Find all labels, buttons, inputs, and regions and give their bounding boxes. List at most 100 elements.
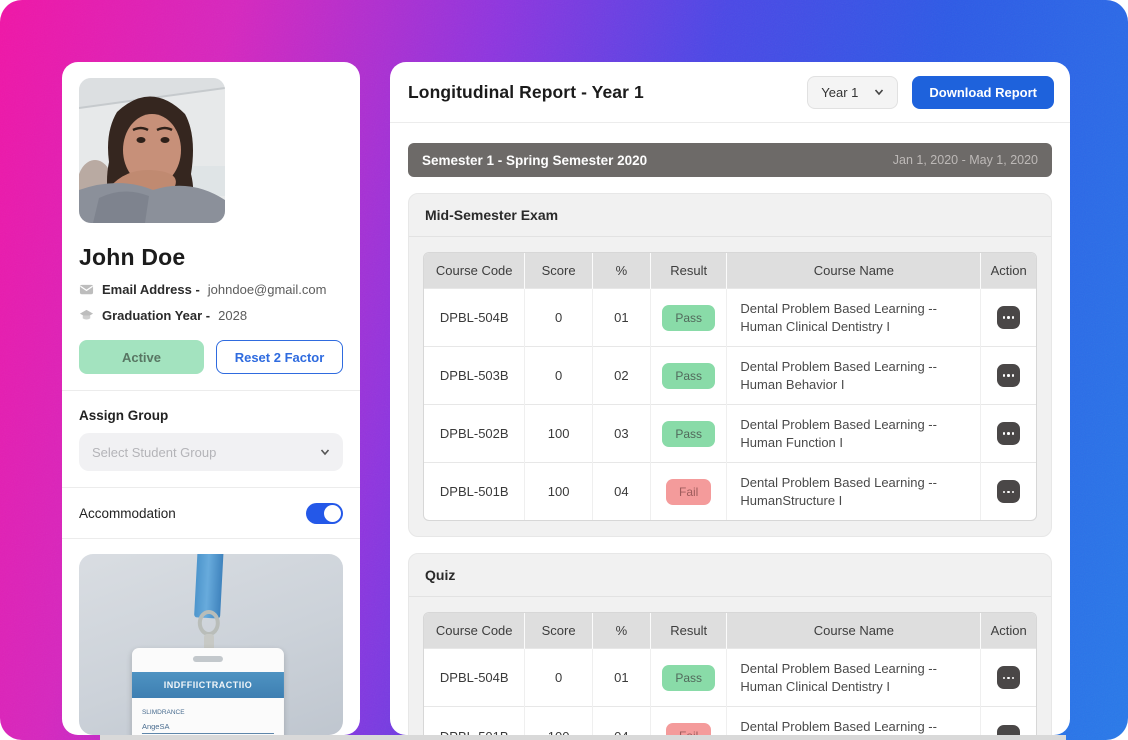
profile-photo — [79, 78, 225, 223]
percent-cell: 01 — [592, 649, 650, 707]
course-code-cell: DPBL-504B — [424, 649, 525, 707]
student-group-select[interactable]: Select Student Group — [79, 433, 343, 471]
report-section: Quiz Course CodeScore%ResultCourse NameAc… — [408, 553, 1052, 735]
course-code-cell: DPBL-504B — [424, 289, 525, 347]
bottom-edge-strip — [100, 735, 1066, 740]
accommodation-label: Accommodation — [79, 506, 176, 521]
profile-photo-image — [79, 78, 225, 223]
course-name-cell: Dental Problem Based Learning -- HumanSt… — [727, 707, 981, 735]
section-content: Course CodeScore%ResultCourse NameAction… — [409, 597, 1051, 735]
accommodation-toggle[interactable] — [306, 503, 343, 524]
table-row: DPBL-503B002PassDental Problem Based Lea… — [424, 347, 1036, 405]
student-group-placeholder: Select Student Group — [92, 445, 216, 460]
ellipsis-icon — [1003, 316, 1006, 319]
email-label: Email Address - — [102, 282, 200, 297]
course-name-cell: Dental Problem Based Learning -- Human C… — [727, 649, 981, 707]
student-profile-card: John Doe Email Address - johndoe@gmail.c… — [62, 62, 360, 735]
column-header: Score — [525, 253, 592, 289]
result-cell: Pass — [650, 289, 727, 347]
course-name-cell: Dental Problem Based Learning -- HumanSt… — [727, 463, 981, 521]
ellipsis-icon — [1003, 677, 1006, 680]
column-header: Action — [981, 253, 1036, 289]
ellipsis-icon — [1007, 432, 1010, 435]
ellipsis-icon — [1007, 374, 1010, 377]
result-cell: Fail — [650, 463, 727, 521]
id-card-line: AngeSA — [142, 722, 274, 734]
course-code-cell: DPBL-501B — [424, 463, 525, 521]
result-badge-pass: Pass — [662, 305, 715, 331]
row-actions-button[interactable] — [997, 306, 1020, 329]
column-header: Result — [650, 253, 727, 289]
ellipsis-icon — [1012, 677, 1015, 680]
id-card-header-text: INDFFIICTRACTIIO — [164, 680, 253, 690]
table-header-row: Course CodeScore%ResultCourse NameAction — [424, 253, 1036, 289]
column-header: Course Name — [727, 253, 981, 289]
ellipsis-icon — [1003, 491, 1006, 494]
row-actions-button[interactable] — [997, 422, 1020, 445]
email-icon — [79, 282, 94, 297]
email-row: Email Address - johndoe@gmail.com — [79, 282, 343, 297]
id-card-lines: SLIMDRANCE AngeSA Rattun Nem Pamel hE86 … — [132, 698, 284, 735]
year-select-value: Year 1 — [821, 85, 858, 100]
divider — [62, 487, 360, 488]
percent-cell: 04 — [592, 463, 650, 521]
score-cell: 0 — [525, 289, 592, 347]
score-cell: 100 — [525, 405, 592, 463]
percent-cell: 01 — [592, 289, 650, 347]
column-header: Action — [981, 613, 1036, 649]
course-name-cell: Dental Problem Based Learning -- Human F… — [727, 405, 981, 463]
section-title: Mid-Semester Exam — [409, 194, 1051, 237]
section-content: Course CodeScore%ResultCourse NameAction… — [409, 237, 1051, 536]
percent-cell: 04 — [592, 707, 650, 735]
table-row: DPBL-501B10004FailDental Problem Based L… — [424, 707, 1036, 735]
result-cell: Pass — [650, 405, 727, 463]
student-name: John Doe — [79, 244, 343, 271]
longitudinal-report-card: Longitudinal Report - Year 1 Year 1 Down… — [390, 62, 1070, 735]
score-cell: 100 — [525, 707, 592, 735]
section-title: Quiz — [409, 554, 1051, 597]
reset-2-factor-button[interactable]: Reset 2 Factor — [216, 340, 343, 374]
active-status-button[interactable]: Active — [79, 340, 204, 374]
column-header: % — [592, 253, 650, 289]
graduation-value: 2028 — [218, 308, 247, 323]
ellipsis-icon — [1003, 432, 1006, 435]
ellipsis-icon — [1007, 677, 1010, 680]
ellipsis-icon — [1003, 374, 1006, 377]
id-card-slot — [193, 656, 223, 662]
table-row: DPBL-504B001PassDental Problem Based Lea… — [424, 289, 1036, 347]
action-cell — [981, 347, 1036, 405]
course-name-cell: Dental Problem Based Learning -- Human B… — [727, 347, 981, 405]
column-header: Course Code — [424, 613, 525, 649]
assign-group-label: Assign Group — [79, 408, 343, 423]
percent-cell: 03 — [592, 405, 650, 463]
divider — [62, 538, 360, 539]
accommodation-row: Accommodation — [79, 503, 343, 524]
report-body: Semester 1 - Spring Semester 2020 Jan 1,… — [390, 123, 1070, 735]
action-cell — [981, 463, 1036, 521]
result-badge-pass: Pass — [662, 665, 715, 691]
course-code-cell: DPBL-501B — [424, 707, 525, 735]
id-card-header: INDFFIICTRACTIIO — [132, 672, 284, 698]
row-actions-button[interactable] — [997, 725, 1020, 735]
lanyard-ring — [198, 610, 220, 636]
row-actions-button[interactable] — [997, 364, 1020, 387]
column-header: Score — [525, 613, 592, 649]
chevron-down-icon — [320, 447, 330, 457]
row-actions-button[interactable] — [997, 480, 1020, 503]
results-table: Course CodeScore%ResultCourse NameAction… — [423, 612, 1037, 735]
result-cell: Pass — [650, 649, 727, 707]
graduation-cap-icon — [79, 308, 94, 323]
action-cell — [981, 707, 1036, 735]
action-cell — [981, 649, 1036, 707]
row-actions-button[interactable] — [997, 666, 1020, 689]
email-value: johndoe@gmail.com — [208, 282, 327, 297]
result-badge-pass: Pass — [662, 363, 715, 389]
result-badge-fail: Fail — [666, 479, 711, 505]
table-row: DPBL-502B10003PassDental Problem Based L… — [424, 405, 1036, 463]
action-cell — [981, 405, 1036, 463]
column-header: % — [592, 613, 650, 649]
report-section: Mid-Semester ExamCourse CodeScore%Result… — [408, 193, 1052, 537]
year-select[interactable]: Year 1 — [807, 76, 898, 109]
download-report-button[interactable]: Download Report — [912, 76, 1054, 109]
action-cell — [981, 289, 1036, 347]
